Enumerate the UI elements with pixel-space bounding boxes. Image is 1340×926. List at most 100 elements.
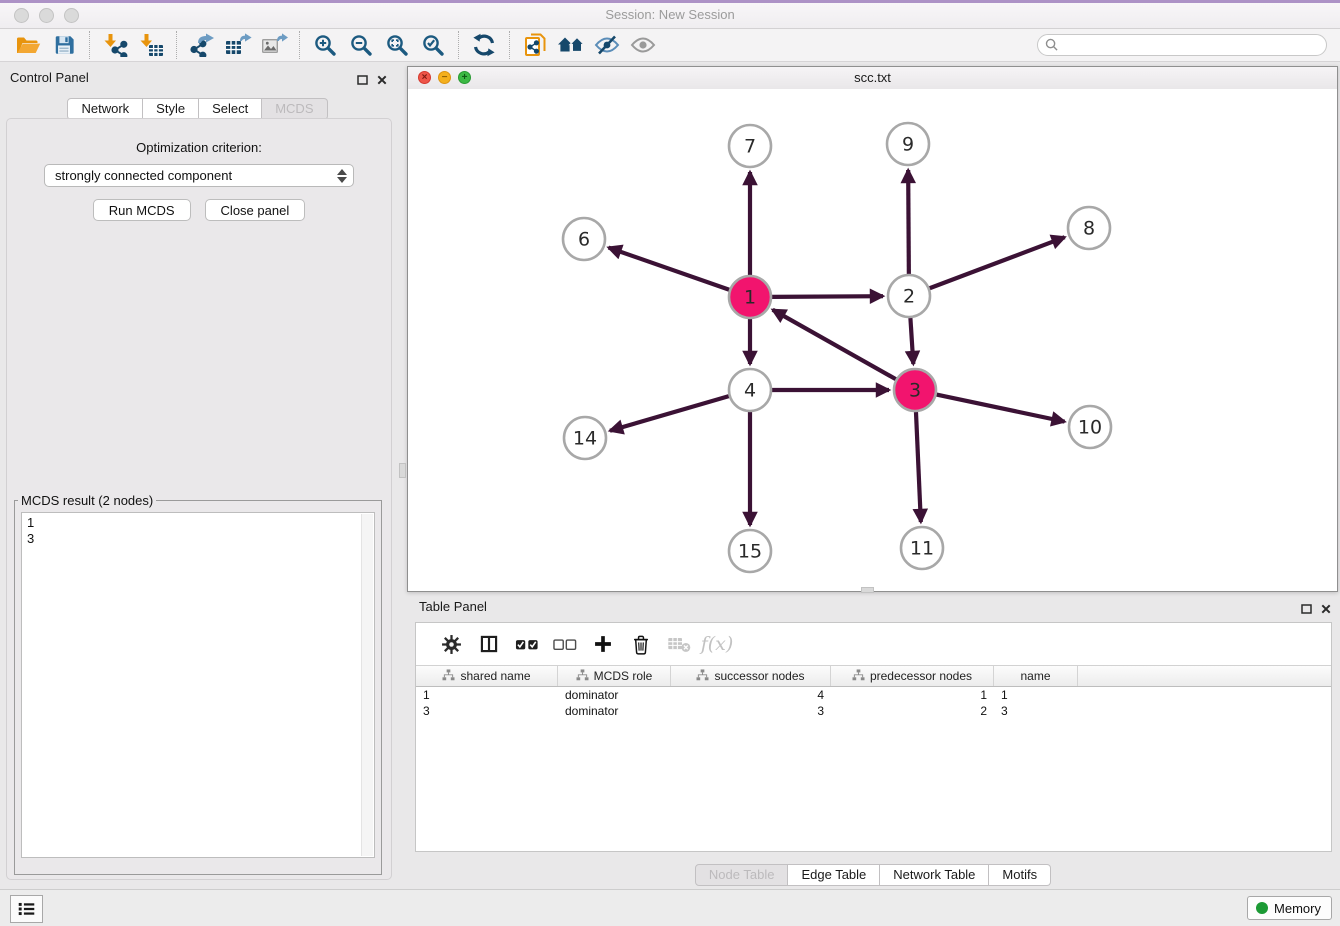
close-panel-button[interactable]: Close panel: [205, 199, 306, 221]
window-minimize-button[interactable]: [39, 8, 54, 23]
add-row-icon[interactable]: [584, 629, 622, 659]
graph-edge-3-11[interactable]: [916, 412, 921, 522]
memory-status-icon: [1256, 902, 1268, 914]
run-mcds-button[interactable]: Run MCDS: [93, 199, 191, 221]
node-table-card: f(x) shared nameMCDS rolesuccessor nodes…: [415, 622, 1332, 852]
home-icon[interactable]: [553, 31, 589, 59]
optimization-criterion-select[interactable]: strongly connected component: [44, 164, 354, 187]
table-cell[interactable]: dominator: [558, 687, 671, 703]
close-panel-icon[interactable]: [1321, 601, 1331, 619]
table-cell[interactable]: 1: [416, 687, 558, 703]
graph-node-4[interactable]: 4: [729, 369, 771, 411]
svg-text:1: 1: [744, 287, 756, 309]
table-cell[interactable]: 3: [416, 703, 558, 719]
column-header-shared-name[interactable]: shared name: [416, 666, 558, 686]
network-window-title: scc.txt: [408, 67, 1337, 88]
float-panel-icon[interactable]: [357, 72, 368, 90]
show-panel-icon[interactable]: [625, 31, 661, 59]
window-close-button[interactable]: [14, 8, 29, 23]
graph-edge-3-10[interactable]: [937, 395, 1065, 422]
export-image-icon[interactable]: [256, 31, 292, 59]
graph-edge-4-14[interactable]: [610, 396, 729, 431]
tab-mcds[interactable]: MCDS: [262, 98, 327, 120]
table-cell[interactable]: 3: [994, 703, 1078, 719]
panel-splitter-handle[interactable]: [399, 463, 406, 478]
table-cell[interactable]: 2: [831, 703, 994, 719]
graph-node-9[interactable]: 9: [887, 123, 929, 165]
graph-node-15[interactable]: 15: [729, 530, 771, 572]
graph-node-11[interactable]: 11: [901, 527, 943, 569]
zoom-fit-icon[interactable]: [379, 31, 415, 59]
graph-node-8[interactable]: 8: [1068, 207, 1110, 249]
tab-network[interactable]: Network: [67, 98, 143, 120]
svg-text:14: 14: [573, 428, 597, 450]
tab-select[interactable]: Select: [199, 98, 262, 120]
select-all-checks-icon[interactable]: [508, 629, 546, 659]
graph-node-3[interactable]: 3: [894, 369, 936, 411]
import-table-icon[interactable]: [133, 31, 169, 59]
save-session-icon[interactable]: [46, 31, 82, 59]
tab-style[interactable]: Style: [143, 98, 199, 120]
graph-node-14[interactable]: 14: [564, 417, 606, 459]
columns-icon[interactable]: [470, 629, 508, 659]
hide-panel-icon[interactable]: [589, 31, 625, 59]
memory-button[interactable]: Memory: [1247, 896, 1332, 920]
network-canvas[interactable]: 7 9 6 8 1 2 4 3 14 10 15 11: [408, 89, 1337, 591]
network-window-minimize-icon[interactable]: −: [438, 71, 451, 84]
table-cell[interactable]: dominator: [558, 703, 671, 719]
svg-text:10: 10: [1078, 417, 1102, 439]
export-table-icon[interactable]: [220, 31, 256, 59]
column-type-icon: [852, 669, 865, 684]
graph-edge-2-3[interactable]: [910, 318, 913, 364]
search-input[interactable]: [1037, 34, 1327, 56]
graph-node-7[interactable]: 7: [729, 125, 771, 167]
column-header-predecessor-nodes[interactable]: predecessor nodes: [831, 666, 994, 686]
column-header-label: predecessor nodes: [870, 669, 972, 683]
tab-motifs[interactable]: Motifs: [989, 864, 1051, 886]
window-zoom-button[interactable]: [64, 8, 79, 23]
zoom-out-icon[interactable]: [343, 31, 379, 59]
network-graph: 7 9 6 8 1 2 4 3 14 10 15 11: [408, 89, 1337, 591]
svg-text:4: 4: [744, 380, 756, 402]
table-cell[interactable]: 1: [994, 687, 1078, 703]
network-window-close-icon[interactable]: ×: [418, 71, 431, 84]
network-view-window: × − + scc.txt 7 9 6 8 1 2 4 3 14 10 15 11: [407, 66, 1338, 592]
result-scrollbar[interactable]: [361, 514, 373, 856]
network-window-maximize-icon[interactable]: +: [458, 71, 471, 84]
column-header-mcds-role[interactable]: MCDS role: [558, 666, 671, 686]
graph-node-6[interactable]: 6: [563, 218, 605, 260]
column-header-name[interactable]: name: [994, 666, 1078, 686]
tab-node-table[interactable]: Node Table: [695, 864, 789, 886]
panel-splitter-handle[interactable]: [861, 587, 874, 593]
export-network-icon[interactable]: [184, 31, 220, 59]
zoom-selected-icon[interactable]: [415, 31, 451, 59]
graph-node-10[interactable]: 10: [1069, 406, 1111, 448]
tab-edge-table[interactable]: Edge Table: [788, 864, 880, 886]
tab-network-table[interactable]: Network Table: [880, 864, 989, 886]
zoom-in-icon[interactable]: [307, 31, 343, 59]
optimization-criterion-value: strongly connected component: [55, 168, 232, 183]
graph-edge-3-1[interactable]: [773, 310, 896, 379]
task-history-button[interactable]: [10, 895, 43, 923]
apply-layout-icon[interactable]: [466, 31, 502, 59]
gear-icon[interactable]: [432, 629, 470, 659]
unselect-checks-icon[interactable]: [546, 629, 584, 659]
graph-edge-2-9[interactable]: [908, 170, 909, 274]
window-title: Session: New Session: [0, 3, 1340, 27]
graph-edge-1-6[interactable]: [609, 248, 730, 290]
close-panel-icon[interactable]: [377, 72, 387, 90]
table-cell[interactable]: 1: [831, 687, 994, 703]
column-header-successor-nodes[interactable]: successor nodes: [671, 666, 831, 686]
float-panel-icon[interactable]: [1301, 601, 1312, 619]
delete-row-icon[interactable]: [622, 629, 660, 659]
graph-edge-1-2[interactable]: [772, 296, 883, 297]
graph-node-1[interactable]: 1: [729, 276, 771, 318]
open-file-icon[interactable]: [10, 31, 46, 59]
import-network-icon[interactable]: [97, 31, 133, 59]
graph-node-2[interactable]: 2: [888, 275, 930, 317]
mcds-result-area[interactable]: 13: [21, 512, 375, 858]
duplicate-network-icon[interactable]: [517, 31, 553, 59]
table-cell[interactable]: 4: [671, 687, 831, 703]
graph-edge-2-8[interactable]: [930, 237, 1065, 288]
table-cell[interactable]: 3: [671, 703, 831, 719]
